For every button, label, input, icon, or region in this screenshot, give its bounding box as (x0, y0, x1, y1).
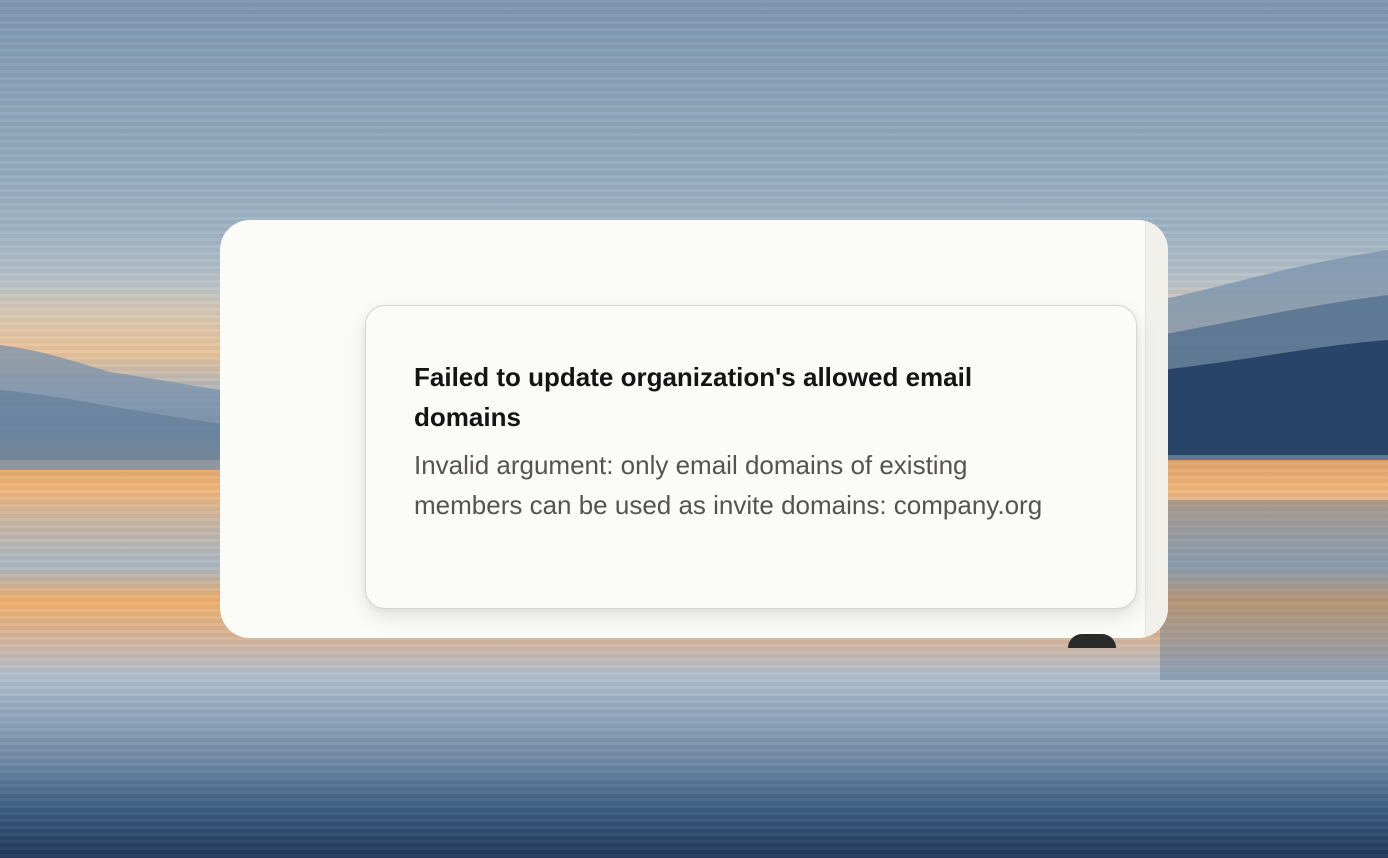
window-scrollbar-edge (1145, 220, 1168, 638)
user-avatar[interactable] (1068, 634, 1116, 648)
toast-title: Failed to update organization's allowed … (414, 362, 973, 432)
toast-message: Invalid argument: only email domains of … (414, 450, 1043, 520)
error-toast: Failed to update organization's allowed … (365, 305, 1137, 609)
